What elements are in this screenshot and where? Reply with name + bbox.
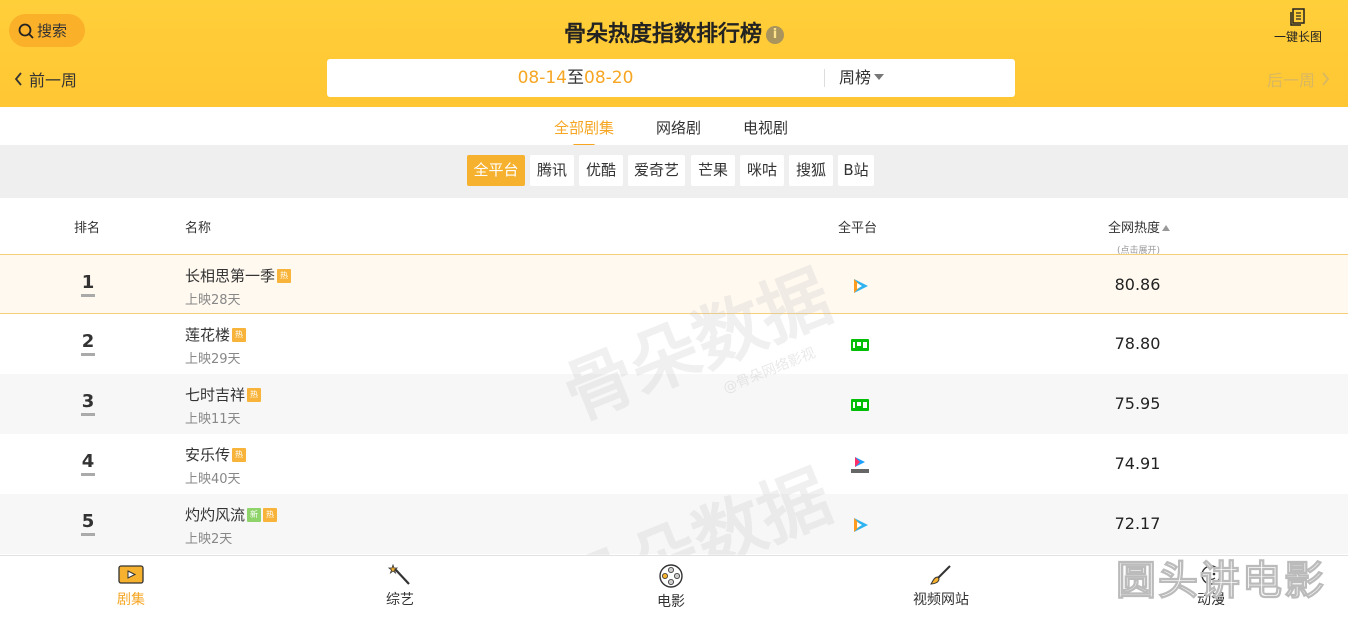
tab-web-series[interactable]: 网络剧 bbox=[656, 117, 701, 138]
table-row[interactable]: 2 莲花楼热 上映29天 78.80 bbox=[0, 314, 1348, 374]
iqiyi-icon bbox=[851, 339, 869, 351]
caret-down-icon bbox=[874, 74, 885, 80]
platform-filter: 全平台 腾讯 优酷 爱奇艺 芒果 咪咕 搜狐 B站 bbox=[0, 145, 1348, 198]
nav-variety[interactable]: 综艺 bbox=[355, 564, 445, 609]
sort-icon bbox=[1162, 225, 1171, 231]
hot-badge: 热 bbox=[277, 268, 292, 283]
drama-title[interactable]: 莲花楼热 bbox=[185, 324, 247, 345]
nav-series[interactable]: 剧集 bbox=[86, 564, 176, 609]
tencent-icon bbox=[854, 279, 868, 293]
anime-icon bbox=[1201, 565, 1221, 585]
days-aired: 上映28天 bbox=[185, 293, 241, 308]
rank-number: 4 bbox=[81, 451, 95, 476]
heat-score: 78.80 bbox=[1114, 334, 1161, 353]
youku-icon bbox=[851, 457, 869, 473]
table-row[interactable]: 5 灼灼风流新热 上映2天 72.17 bbox=[0, 494, 1348, 554]
platform-all[interactable]: 全平台 bbox=[467, 155, 525, 186]
film-reel-icon bbox=[659, 564, 683, 588]
heat-score: 72.17 bbox=[1114, 514, 1161, 533]
info-icon[interactable]: i bbox=[766, 26, 784, 44]
header: 搜索 骨朵热度指数排行榜 i 一键长图 前一周 08-14至08-20 周榜 后一… bbox=[0, 0, 1348, 107]
col-rank: 排名 bbox=[74, 221, 101, 236]
long-image-label: 一键长图 bbox=[1273, 30, 1322, 44]
drama-title[interactable]: 七时吉祥热 bbox=[185, 384, 262, 405]
days-aired: 上映11天 bbox=[185, 412, 241, 427]
days-aired: 上映40天 bbox=[185, 472, 241, 487]
platform-tencent[interactable]: 腾讯 bbox=[530, 155, 574, 186]
date-range-picker[interactable]: 08-14至08-20 bbox=[327, 59, 824, 97]
platform-sohu[interactable]: 搜狐 bbox=[789, 155, 833, 186]
heat-score: 80.86 bbox=[1114, 275, 1161, 294]
divider bbox=[824, 69, 825, 87]
rank-number: 1 bbox=[81, 272, 95, 297]
rank-number: 5 bbox=[81, 511, 95, 536]
category-tabs: 全部剧集 网络剧 电视剧 bbox=[0, 107, 1348, 147]
magic-wand-icon bbox=[387, 564, 410, 585]
document-icon bbox=[1290, 8, 1305, 26]
platform-mango[interactable]: 芒果 bbox=[691, 155, 735, 186]
platform-iqiyi[interactable]: 爱奇艺 bbox=[628, 155, 685, 186]
page-title: 骨朵热度指数排行榜 i bbox=[0, 16, 1348, 48]
next-week-button[interactable]: 后一周 bbox=[1267, 67, 1330, 91]
chevron-right-icon bbox=[1322, 72, 1330, 86]
table-header: 排名 名称 全平台 全网热度 (点击展开) bbox=[0, 198, 1348, 256]
hot-badge: 热 bbox=[232, 327, 247, 342]
hot-badge: 热 bbox=[232, 447, 247, 462]
col-platform: 全平台 bbox=[838, 221, 878, 236]
tv-icon bbox=[118, 565, 144, 584]
nav-video-sites[interactable]: 视频网站 bbox=[896, 564, 986, 609]
col-name: 名称 bbox=[185, 221, 212, 236]
ranking-list: 1 长相思第一季热 上映28天 80.86 2 莲花楼热 上映29天 78.80… bbox=[0, 254, 1348, 554]
rank-number: 3 bbox=[81, 391, 95, 416]
rank-number: 2 bbox=[81, 331, 95, 356]
drama-title[interactable]: 安乐传热 bbox=[185, 444, 247, 465]
table-row[interactable]: 1 长相思第一季热 上映28天 80.86 bbox=[0, 254, 1348, 314]
tab-all-series[interactable]: 全部剧集 bbox=[554, 117, 614, 147]
tab-tv-series[interactable]: 电视剧 bbox=[743, 117, 788, 138]
col-heat-sort[interactable]: 全网热度 bbox=[1108, 217, 1171, 236]
hot-badge: 热 bbox=[263, 507, 278, 522]
days-aired: 上映2天 bbox=[185, 532, 233, 547]
drama-title[interactable]: 灼灼风流新热 bbox=[185, 504, 278, 525]
platform-youku[interactable]: 优酷 bbox=[579, 155, 623, 186]
drama-title[interactable]: 长相思第一季热 bbox=[185, 265, 292, 286]
new-badge: 新 bbox=[247, 507, 262, 522]
prev-week-button[interactable]: 前一周 bbox=[14, 67, 77, 91]
platform-migu[interactable]: 咪咕 bbox=[740, 155, 784, 186]
bottom-nav: 剧集 综艺 电影 视频网站 动漫 bbox=[0, 555, 1348, 619]
heat-score: 74.91 bbox=[1114, 454, 1161, 473]
iqiyi-icon bbox=[851, 399, 869, 411]
brush-icon bbox=[930, 565, 951, 585]
nav-anime[interactable]: 动漫 bbox=[1166, 564, 1256, 609]
nav-movie[interactable]: 电影 bbox=[626, 564, 716, 611]
table-row[interactable]: 3 七时吉祥热 上映11天 75.95 bbox=[0, 374, 1348, 434]
hot-badge: 热 bbox=[247, 387, 262, 402]
chevron-left-icon bbox=[14, 72, 22, 86]
platform-bilibili[interactable]: B站 bbox=[838, 155, 874, 186]
long-image-button[interactable]: 一键长图 bbox=[1268, 8, 1328, 45]
days-aired: 上映29天 bbox=[185, 352, 241, 367]
table-row[interactable]: 4 安乐传热 上映40天 74.91 bbox=[0, 434, 1348, 494]
tencent-icon bbox=[854, 518, 868, 532]
heat-score: 75.95 bbox=[1114, 394, 1161, 413]
period-select[interactable]: 周榜 bbox=[839, 59, 885, 97]
date-selector: 08-14至08-20 周榜 bbox=[327, 59, 1015, 97]
